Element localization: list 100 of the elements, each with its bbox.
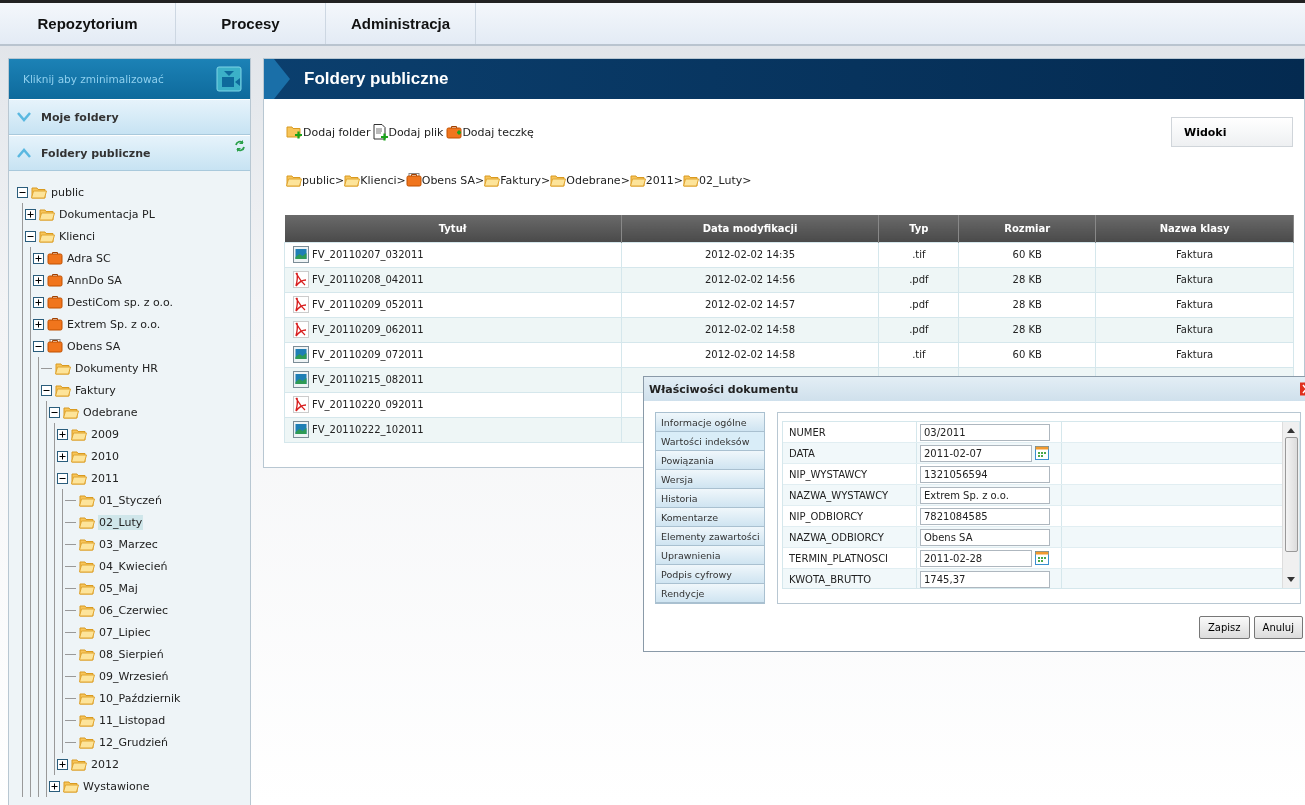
save-button[interactable]: Zapisz bbox=[1199, 616, 1250, 639]
dialog-tab[interactable]: Podpis cyfrowy bbox=[656, 565, 764, 584]
tree-item[interactable]: 10_Październik bbox=[98, 690, 182, 706]
tree-item[interactable]: AnnDo SA bbox=[66, 272, 123, 288]
date-field[interactable]: 2011-02-28 bbox=[920, 549, 1032, 567]
expand-icon[interactable] bbox=[57, 758, 68, 770]
expand-icon[interactable] bbox=[33, 274, 44, 286]
tree-item[interactable]: 2012 bbox=[90, 756, 120, 772]
scroll-up-icon[interactable] bbox=[1287, 427, 1295, 433]
add-link[interactable]: Dodaj plik bbox=[373, 123, 444, 141]
nav-tab[interactable]: Administracja bbox=[326, 3, 476, 44]
breadcrumb-link[interactable]: Faktury> bbox=[484, 173, 551, 187]
cancel-button[interactable]: Anuluj bbox=[1253, 616, 1303, 639]
expand-icon[interactable] bbox=[33, 252, 44, 264]
tree-item[interactable]: Extrem Sp. z o.o. bbox=[66, 316, 162, 332]
tree-item[interactable]: 08_Sierpień bbox=[98, 646, 165, 662]
input-field[interactable]: 03/2011 bbox=[920, 423, 1050, 441]
field-label: DATA bbox=[783, 443, 917, 463]
tree-item[interactable]: Obens SA bbox=[66, 338, 122, 354]
dialog-tab[interactable]: Wartości indeksów bbox=[656, 432, 764, 451]
section-header[interactable]: Moje foldery bbox=[9, 99, 250, 135]
tree-item[interactable]: Adra SC bbox=[66, 250, 112, 266]
dialog-tab[interactable]: Powiązania bbox=[656, 451, 764, 470]
column-header[interactable]: Tytuł bbox=[284, 215, 622, 242]
expand-icon[interactable] bbox=[25, 208, 36, 220]
minimize-icon[interactable] bbox=[216, 66, 242, 92]
add-link[interactable]: Dodaj folder bbox=[286, 125, 371, 139]
dialog-tab[interactable]: Elementy zawartości bbox=[656, 527, 764, 546]
collapse-icon[interactable] bbox=[25, 230, 36, 242]
dialog-tab[interactable]: Wersja bbox=[656, 470, 764, 489]
breadcrumb-link[interactable]: Odebrane> bbox=[550, 173, 630, 187]
tree-item[interactable]: DestiCom sp. z o.o. bbox=[66, 294, 174, 310]
dialog-tab[interactable]: Rendycje bbox=[656, 584, 764, 603]
expand-icon[interactable] bbox=[49, 780, 60, 792]
input-field[interactable]: Obens SA bbox=[920, 528, 1050, 546]
scroll-down-icon[interactable] bbox=[1287, 577, 1295, 583]
breadcrumb-link[interactable]: 2011> bbox=[629, 173, 684, 187]
table-cell: .pdf bbox=[878, 267, 959, 292]
input-field[interactable]: 1321056594 bbox=[920, 465, 1050, 483]
tree-item[interactable]: 2011 bbox=[90, 470, 120, 486]
tree-item[interactable]: Faktury bbox=[74, 382, 117, 398]
tree-item[interactable]: 01_Styczeń bbox=[98, 492, 163, 508]
collapse-icon[interactable] bbox=[49, 406, 60, 418]
tree-item[interactable]: 2009 bbox=[90, 426, 120, 442]
tree-item[interactable]: 06_Czerwiec bbox=[98, 602, 170, 618]
table-cell: Faktura bbox=[1095, 317, 1294, 342]
column-header[interactable]: Typ bbox=[878, 215, 959, 242]
input-field[interactable]: Extrem Sp. z o.o. bbox=[920, 486, 1050, 504]
date-field[interactable]: 2011-02-07 bbox=[920, 444, 1032, 462]
section-header[interactable]: Foldery publiczne bbox=[9, 135, 250, 171]
column-header[interactable]: Data modyfikacji bbox=[621, 215, 879, 242]
refresh-icon[interactable] bbox=[234, 140, 246, 152]
input-field[interactable]: 7821084585 bbox=[920, 507, 1050, 525]
open-folder-icon bbox=[71, 471, 87, 485]
collapse-icon[interactable] bbox=[57, 472, 68, 484]
calendar-icon[interactable] bbox=[1035, 446, 1049, 460]
breadcrumb-link[interactable]: Klienci> bbox=[344, 173, 406, 187]
collapse-icon[interactable] bbox=[17, 186, 28, 198]
tree-item[interactable]: Dokumentacja PL bbox=[58, 206, 156, 222]
dialog-tab[interactable]: Informacje ogólne bbox=[656, 413, 764, 432]
tree-item[interactable]: 2010 bbox=[90, 448, 120, 464]
open-folder-icon bbox=[39, 207, 55, 221]
open-folder-icon bbox=[550, 173, 567, 187]
dialog-tab[interactable]: Komentarze bbox=[656, 508, 764, 527]
tree-item[interactable]: Odebrane bbox=[82, 404, 139, 420]
column-header[interactable]: Rozmiar bbox=[958, 215, 1096, 242]
collapse-icon[interactable] bbox=[41, 384, 52, 396]
tree-item[interactable]: Dokumenty HR bbox=[74, 360, 159, 376]
dialog-tab[interactable]: Uprawnienia bbox=[656, 546, 764, 565]
expand-icon[interactable] bbox=[57, 450, 68, 462]
input-field[interactable]: 1745,37 bbox=[920, 570, 1050, 588]
tree-item[interactable]: 04_Kwiecień bbox=[98, 558, 169, 574]
add-link[interactable]: Dodaj teczkę bbox=[446, 125, 534, 139]
calendar-icon[interactable] bbox=[1035, 551, 1049, 565]
tree-item[interactable]: Klienci bbox=[58, 228, 97, 244]
expand-icon[interactable] bbox=[33, 318, 44, 330]
expand-icon[interactable] bbox=[33, 296, 44, 308]
nav-tab[interactable]: Repozytorium bbox=[0, 3, 176, 44]
column-header[interactable]: Nazwa klasy bbox=[1095, 215, 1294, 242]
tree-item[interactable]: 02_Luty bbox=[98, 514, 144, 530]
tree-item[interactable]: public bbox=[50, 184, 86, 200]
pdf-file-icon bbox=[293, 396, 309, 413]
collapse-icon[interactable] bbox=[33, 340, 44, 352]
tree-item[interactable]: Wystawione bbox=[82, 778, 151, 794]
tree-item[interactable]: 05_Maj bbox=[98, 580, 139, 596]
nav-tab[interactable]: Procesy bbox=[176, 3, 326, 44]
breadcrumb-link[interactable]: 02_Luty> bbox=[683, 173, 752, 187]
tree-item[interactable]: 11_Listopad bbox=[98, 712, 167, 728]
tree-item[interactable]: 07_Lipiec bbox=[98, 624, 152, 640]
open-folder-icon bbox=[71, 427, 87, 441]
file-plus-icon bbox=[373, 123, 389, 141]
tree-item[interactable]: 03_Marzec bbox=[98, 536, 159, 552]
breadcrumb-link[interactable]: Obens SA> bbox=[405, 173, 485, 187]
tree-item[interactable]: 09_Wrzesień bbox=[98, 668, 170, 684]
tree-item[interactable]: 12_Grudzień bbox=[98, 734, 170, 750]
scrollbar[interactable] bbox=[1282, 422, 1299, 588]
dialog-tab[interactable]: Historia bbox=[656, 489, 764, 508]
views-button[interactable]: Widoki bbox=[1171, 117, 1293, 147]
breadcrumb-link[interactable]: public> bbox=[286, 173, 345, 187]
expand-icon[interactable] bbox=[57, 428, 68, 440]
